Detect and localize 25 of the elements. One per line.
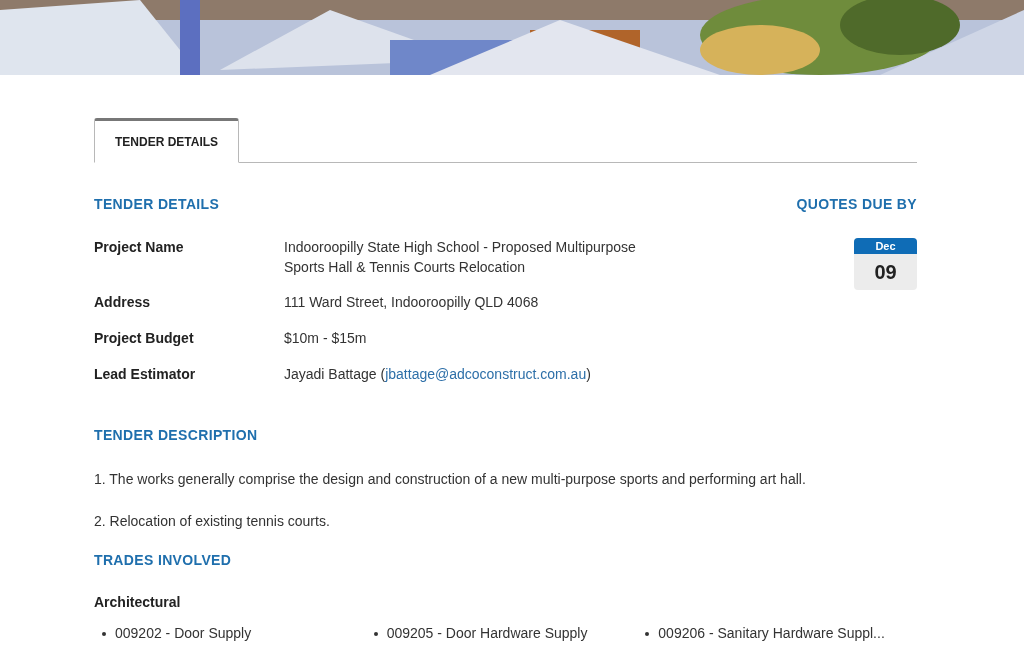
email-link[interactable]: jbattage@adcoconstruct.com.au [385,366,587,382]
section-heading: TENDER DETAILS [94,195,221,214]
tab[interactable]: TENDER DETAILS [94,118,240,163]
field-value: Indooroopilly State High School - Proposed Multipurpose Sports Hall & Tennis Courts Relocation [284,238,637,277]
field-label: Lead Estimator [94,365,197,384]
paragraph: 2. Relocation of existing tennis courts. [94,512,331,531]
bullet-icon [102,631,106,636]
trade-item: 009202 - Door Supply [115,624,252,643]
section-heading: TRADES INVOLVED [94,551,233,570]
field-label: Address [94,293,152,312]
trade-item: 009205 - Door Hardware Supply [386,624,588,643]
field-label: Project Name [94,238,185,257]
field-value: Jayadi Battage (jbattage@adcoconstruct.com.au) [284,365,592,384]
field-value: 111 Ward Street, Indooroopilly QLD 4068 [284,293,540,312]
field-value: $10m - $15m [284,329,368,348]
paragraph: 1. The works generally comprise the design and construction of a new multi-purpose sports and performing art hall. [94,470,807,489]
field-label: Project Budget [94,329,195,348]
section-heading: TENDER DESCRIPTION [94,426,259,445]
section-heading: QUOTES DUE BY [796,195,917,214]
bullet-icon [373,631,378,636]
day: 09 [874,254,897,290]
bullet-icon [645,631,650,636]
trade-item: 009206 - Sanitary Hardware Suppl... [658,624,885,643]
group-title: Architectural [94,593,182,612]
month: Dec [854,238,917,254]
